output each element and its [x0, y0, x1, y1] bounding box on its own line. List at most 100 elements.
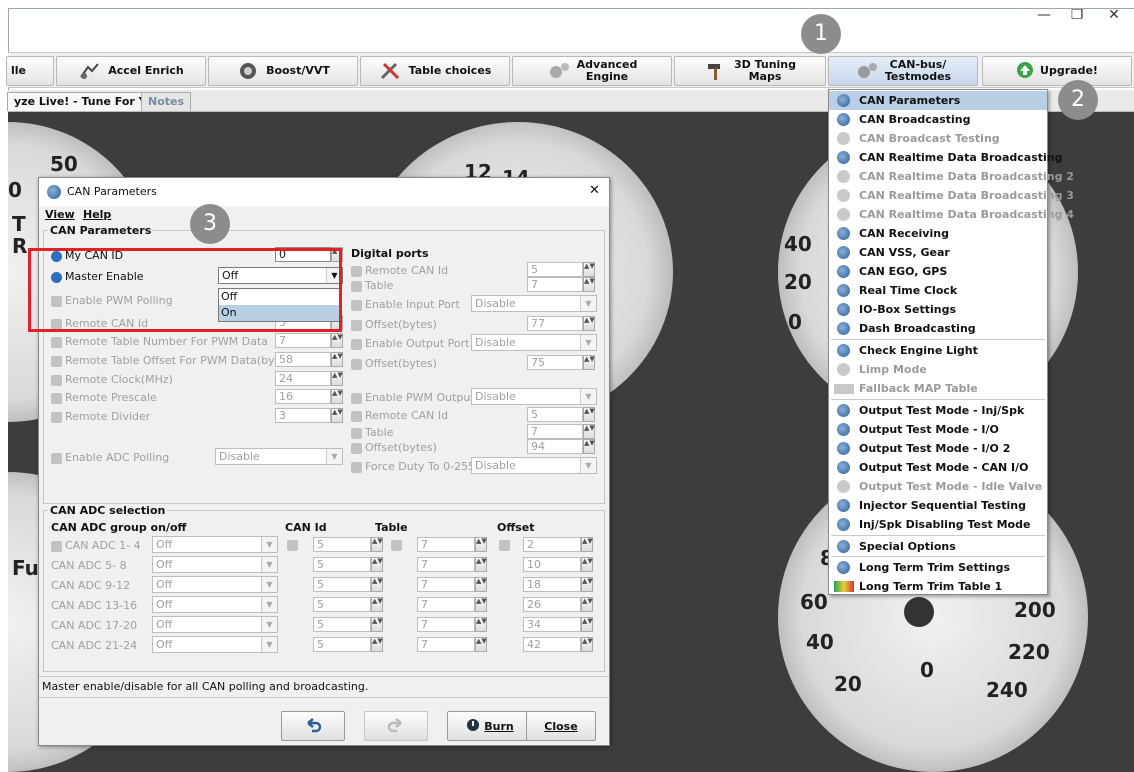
- param-value-field[interactable]: 24: [275, 371, 331, 386]
- menu-item[interactable]: CAN Receiving: [829, 224, 1047, 243]
- adc-mode-select[interactable]: Off ▼: [152, 616, 278, 633]
- port-value-field[interactable]: 75: [527, 355, 583, 370]
- spinner-arrows-icon[interactable]: ▲▼: [581, 537, 593, 552]
- adc-can-id-field[interactable]: 5: [313, 597, 371, 612]
- spinner-arrows-icon[interactable]: ▲▼: [583, 277, 595, 292]
- port-select[interactable]: Disable ▼: [471, 295, 597, 312]
- help-icon[interactable]: [351, 319, 362, 331]
- help-icon[interactable]: [351, 410, 362, 422]
- menu-view[interactable]: View: [45, 208, 75, 221]
- port-value-field[interactable]: 94: [527, 439, 583, 454]
- spinner-arrows-icon[interactable]: ▲▼: [331, 408, 343, 423]
- adc-table-field[interactable]: 7: [417, 637, 475, 652]
- menu-item[interactable]: CAN Parameters: [829, 91, 1047, 110]
- help-icon[interactable]: [351, 427, 362, 439]
- menu-item[interactable]: CAN Realtime Data Broadcasting 3: [829, 186, 1074, 205]
- spinner-arrows-icon[interactable]: ▲▼: [581, 597, 593, 612]
- adc-offset-field[interactable]: 34: [523, 617, 581, 632]
- help-icon[interactable]: [287, 540, 298, 551]
- spinner-arrows-icon[interactable]: ▲▼: [583, 316, 595, 331]
- adc-mode-select[interactable]: Off ▼: [152, 596, 278, 613]
- spinner-arrows-icon[interactable]: ▲▼: [475, 637, 487, 652]
- param-value-field[interactable]: 3: [275, 408, 331, 423]
- toolbar-button-3d-tuning-maps[interactable]: 3D Tuning Maps: [674, 56, 826, 86]
- menu-item[interactable]: Output Test Mode - CAN I/O: [829, 458, 1047, 477]
- spinner-arrows-icon[interactable]: ▲▼: [331, 333, 343, 348]
- spinner-arrows-icon[interactable]: ▲▼: [581, 577, 593, 592]
- help-icon[interactable]: [51, 271, 62, 283]
- adc-can-id-field[interactable]: 5: [313, 557, 371, 572]
- menu-item[interactable]: Output Test Mode - I/O 2: [829, 439, 1047, 458]
- help-icon[interactable]: [351, 358, 362, 370]
- dropdown-option-off[interactable]: Off: [219, 289, 340, 305]
- adc-mode-select[interactable]: Off ▼: [152, 536, 278, 553]
- menu-item[interactable]: Long Term Trim Table 1: [829, 577, 1047, 596]
- menu-item[interactable]: CAN Realtime Data Broadcasting 4: [829, 205, 1074, 224]
- minimize-button[interactable]: —: [1030, 4, 1058, 26]
- spinner-arrows-icon[interactable]: ▲▼: [583, 262, 595, 277]
- help-icon[interactable]: [51, 318, 62, 330]
- adc-offset-field[interactable]: 26: [523, 597, 581, 612]
- adc-can-id-field[interactable]: 5: [313, 577, 371, 592]
- spinner-arrows-icon[interactable]: ▲▼: [581, 617, 593, 632]
- port-value-field[interactable]: 7: [527, 424, 583, 439]
- spinner-arrows-icon[interactable]: ▲▼: [371, 537, 383, 552]
- help-icon[interactable]: [351, 392, 362, 404]
- menu-item[interactable]: Dash Broadcasting: [829, 319, 1047, 338]
- param-value-field[interactable]: 7: [275, 333, 331, 348]
- adc-can-id-field[interactable]: 5: [313, 617, 371, 632]
- help-icon[interactable]: [51, 540, 62, 552]
- port-select[interactable]: Disable ▼: [471, 457, 597, 474]
- help-icon[interactable]: [51, 374, 62, 386]
- adc-table-field[interactable]: 7: [417, 617, 475, 632]
- menu-item[interactable]: CAN Realtime Data Broadcasting 2: [829, 167, 1074, 186]
- help-icon[interactable]: [51, 355, 62, 367]
- adc-mode-select[interactable]: Off ▼: [152, 636, 278, 653]
- toolbar-button-can-bus-testmodes[interactable]: CAN-bus/ Testmodes: [828, 56, 978, 86]
- adc-offset-field[interactable]: 18: [523, 577, 581, 592]
- help-icon[interactable]: [391, 540, 402, 551]
- toolbar-button-accel-enrich[interactable]: Accel Enrich: [56, 56, 206, 86]
- menu-item[interactable]: Output Test Mode - Inj/Spk: [829, 401, 1047, 420]
- spinner-arrows-icon[interactable]: ▲▼: [475, 577, 487, 592]
- help-icon[interactable]: [51, 392, 62, 404]
- port-value-field[interactable]: 5: [527, 262, 583, 277]
- menu-help[interactable]: Help: [83, 208, 111, 221]
- menu-item[interactable]: Limp Mode: [829, 360, 1047, 379]
- param-value-field[interactable]: 16: [275, 389, 331, 404]
- adc-table-field[interactable]: 7: [417, 537, 475, 552]
- enable-adc-polling-select[interactable]: Disable ▼: [215, 448, 343, 465]
- param-value-field[interactable]: 0: [275, 247, 331, 262]
- menu-item[interactable]: Output Test Mode - Idle Valve: [829, 477, 1047, 496]
- spinner-arrows-icon[interactable]: ▲▼: [583, 355, 595, 370]
- menu-item[interactable]: CAN Broadcast Testing: [829, 129, 1047, 148]
- help-icon[interactable]: [499, 540, 510, 551]
- port-value-field[interactable]: 5: [527, 407, 583, 422]
- spinner-arrows-icon[interactable]: ▲▼: [371, 557, 383, 572]
- spinner-arrows-icon[interactable]: ▲▼: [581, 637, 593, 652]
- adc-can-id-field[interactable]: 5: [313, 637, 371, 652]
- help-icon[interactable]: [351, 442, 362, 454]
- adc-offset-field[interactable]: 2: [523, 537, 581, 552]
- toolbar-button-upgrade[interactable]: Upgrade!: [982, 56, 1132, 86]
- menu-item[interactable]: Fallback MAP Table: [829, 379, 1047, 398]
- spinner-arrows-icon[interactable]: ▲▼: [475, 617, 487, 632]
- spinner-arrows-icon[interactable]: ▲▼: [583, 407, 595, 422]
- menu-item[interactable]: Inj/Spk Disabling Test Mode: [829, 515, 1047, 534]
- help-icon[interactable]: [351, 280, 362, 292]
- menu-item[interactable]: Long Term Trim Settings: [829, 558, 1047, 577]
- adc-mode-select[interactable]: Off ▼: [152, 556, 278, 573]
- spinner-arrows-icon[interactable]: ▲▼: [371, 577, 383, 592]
- dialog-close-icon[interactable]: ✕: [589, 183, 600, 198]
- close-window-button[interactable]: ✕: [1100, 4, 1128, 26]
- menu-item[interactable]: Output Test Mode - I/O: [829, 420, 1047, 439]
- menu-item[interactable]: CAN Realtime Data Broadcasting: [829, 148, 1062, 167]
- menu-item[interactable]: CAN EGO, GPS: [829, 262, 1047, 281]
- spinner-arrows-icon[interactable]: ▲▼: [331, 247, 343, 262]
- port-value-field[interactable]: 7: [527, 277, 583, 292]
- help-icon[interactable]: [351, 338, 362, 350]
- undo-button[interactable]: [281, 711, 345, 741]
- spinner-arrows-icon[interactable]: ▲▼: [475, 557, 487, 572]
- menu-item[interactable]: CAN Broadcasting: [829, 110, 1047, 129]
- menu-item[interactable]: Special Options: [829, 537, 1047, 556]
